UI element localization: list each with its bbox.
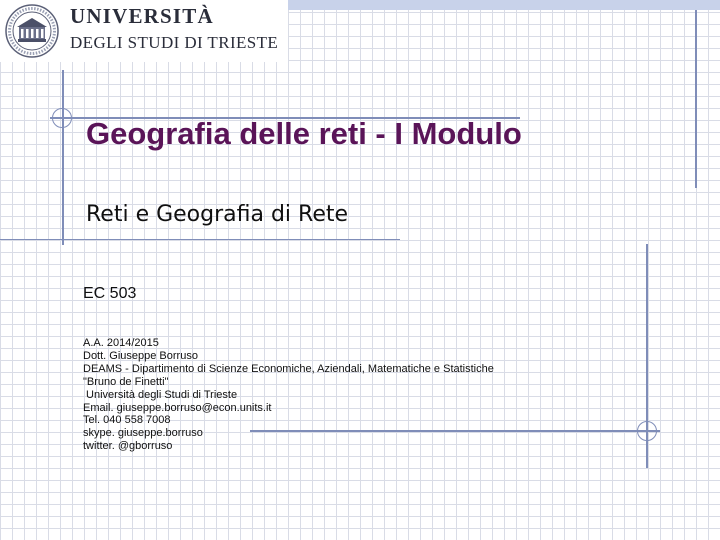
lecturer-name: Dott. Giuseppe Borruso (83, 349, 198, 362)
subtitle-rule (0, 239, 400, 240)
department-name: DEAMS - Dipartimento di Scienze Economic… (83, 362, 494, 375)
slide-subtitle: Reti e Geografia di Rete (86, 202, 349, 227)
phone-line: Tel. 040 558 7008 (83, 414, 171, 427)
top-right-vertical-rule (695, 10, 697, 188)
course-details: A.A. 2014/2015 Dott. Giuseppe Borruso DE… (83, 337, 643, 453)
university-seal-icon (5, 4, 59, 58)
email-line: Email. giuseppe.borruso@econ.units.it (83, 401, 272, 414)
department-subtitle: "Bruno de Finetti" (83, 375, 169, 388)
slide-title: Geografia delle reti - I Modulo (86, 116, 522, 151)
twitter-line: twitter. @gborruso (83, 440, 173, 453)
top-accent-bar (288, 0, 720, 10)
slide: UNIVERSITÀ DEGLI STUDI DI TRIESTE Geogra… (0, 0, 720, 540)
university-line: Università degli Studi di Trieste (83, 388, 238, 401)
left-vertical-rule (62, 70, 64, 245)
university-logo: UNIVERSITÀ DEGLI STUDI DI TRIESTE (0, 0, 288, 62)
skype-line: skype. giuseppe.borruso (83, 427, 203, 440)
academic-year: A.A. 2014/2015 (83, 337, 159, 349)
university-name-line2: DEGLI STUDI DI TRIESTE (70, 33, 279, 52)
university-name: UNIVERSITÀ DEGLI STUDI DI TRIESTE (70, 4, 279, 52)
course-code: EC 503 (83, 285, 137, 302)
top-left-ring (52, 108, 72, 128)
university-name-line1: UNIVERSITÀ (70, 4, 214, 28)
